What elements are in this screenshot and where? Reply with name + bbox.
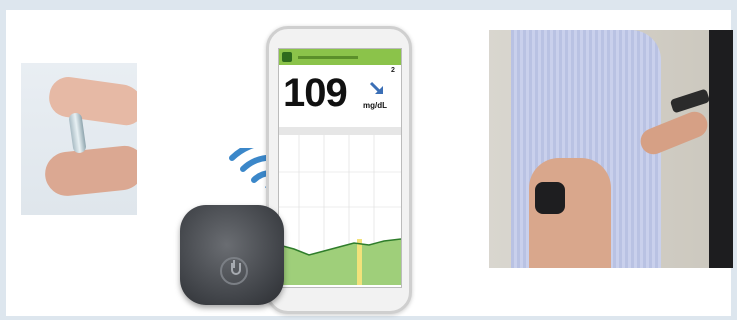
finger-top — [46, 74, 137, 128]
phone-screen: 2 109 mg/dL — [278, 48, 402, 288]
glucose-reading: 109 — [283, 71, 348, 115]
glucose-unit: mg/dL — [363, 101, 387, 110]
trend-arrow-down-right-icon — [369, 81, 383, 95]
power-icon — [220, 257, 248, 285]
app-bar — [279, 49, 401, 65]
glucose-trend-chart — [279, 127, 401, 285]
thumb — [42, 143, 137, 199]
smart-transmitter — [180, 205, 284, 305]
app-bar-title-line — [298, 55, 358, 59]
app-logo — [282, 52, 292, 62]
background-door — [709, 30, 733, 268]
status-indicator: 2 — [391, 67, 395, 74]
worn-transmitter — [535, 182, 565, 214]
handheld-phone — [669, 88, 711, 114]
wearer-photo — [489, 30, 733, 268]
smartphone: 2 109 mg/dL — [266, 26, 412, 314]
implant-sensor-photo — [21, 63, 137, 215]
